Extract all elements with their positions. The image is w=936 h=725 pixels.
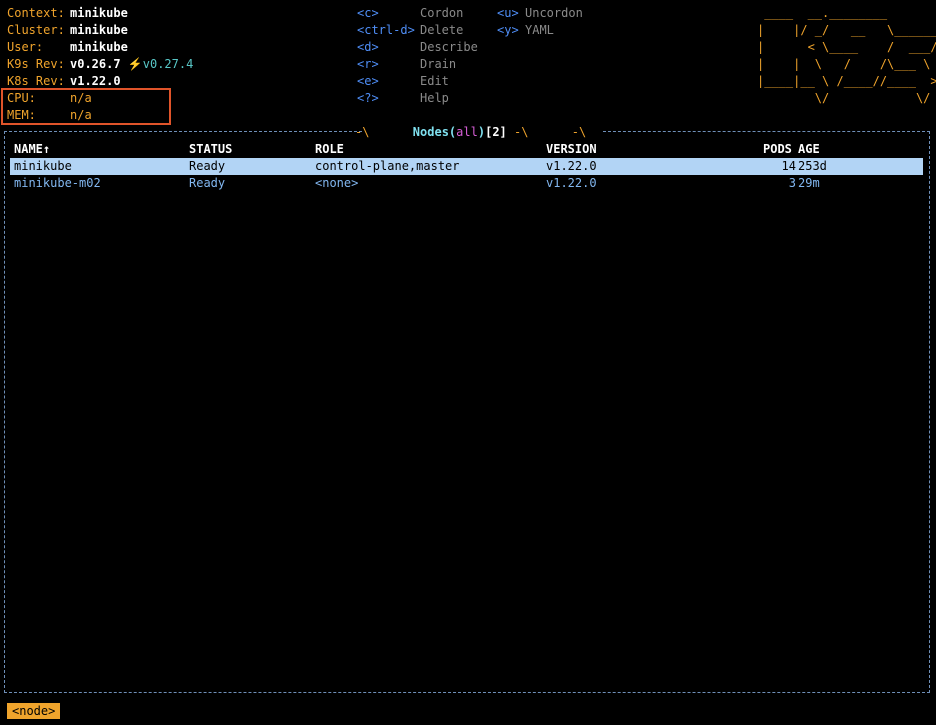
column-header-role[interactable]: ROLE — [315, 141, 344, 158]
logo-line: |____|__ \ /____//____ > — [757, 74, 936, 88]
table-row[interactable]: minikube Ready control-plane,master v1.2… — [10, 158, 923, 175]
k9s-rev-row: K9s Rev: v0.26.7 ⚡️v0.27.4 — [7, 56, 193, 73]
edit-label[interactable]: Edit — [420, 73, 449, 90]
node-pods: 14 — [781, 159, 796, 173]
title-decor-right: -\ -\ — [506, 125, 587, 139]
user-row: User: minikube — [7, 39, 128, 56]
count-close: ] — [499, 125, 507, 139]
node-role: control-plane,master — [315, 159, 460, 173]
describe-label[interactable]: Describe — [420, 39, 478, 56]
column-header-pods[interactable]: PODS — [763, 141, 792, 158]
cluster-value: minikube — [70, 23, 128, 37]
help-label[interactable]: Help — [420, 90, 449, 107]
title-decor-left: -\ — [355, 125, 413, 139]
cluster-label: Cluster: — [7, 23, 65, 37]
context-row: Context: minikube — [7, 5, 128, 22]
logo-line: ____ __.________ — [757, 6, 888, 20]
logo-line: \/ \/ — [757, 91, 931, 105]
context-label: Context: — [7, 6, 65, 20]
frame-top-border-left — [4, 131, 362, 132]
drain-key[interactable]: <r> — [357, 56, 379, 73]
cordon-key[interactable]: <c> — [357, 5, 379, 22]
node-name: minikube-m02 — [14, 176, 101, 190]
logo-line: | |/ _/ __ \______ — [757, 23, 936, 37]
logo-line: | < \____ / ___/ — [757, 40, 936, 54]
filter-close: ) — [477, 125, 486, 139]
breadcrumb[interactable]: <node> — [7, 703, 61, 719]
node-status: Ready — [189, 176, 226, 190]
resource-name: Nodes — [412, 125, 449, 139]
node-age: 253d — [798, 159, 827, 173]
delete-label[interactable]: Delete — [420, 22, 463, 39]
resource-filter: all — [456, 125, 478, 139]
node-age: 29m — [798, 176, 820, 190]
table-row[interactable]: minikube-m02 Ready <none> v1.22.0 3 29m — [10, 175, 923, 192]
table-title: -\ Nodes(all)[2] -\ -\ — [355, 124, 586, 141]
node-version: v1.22.0 — [546, 176, 597, 190]
cluster-row: Cluster: minikube — [7, 22, 128, 39]
help-key[interactable]: <?> — [357, 90, 379, 107]
column-header-age[interactable]: AGE — [798, 141, 820, 158]
uncordon-key[interactable]: <u> — [497, 5, 519, 22]
node-version: v1.22.0 — [546, 159, 597, 173]
edit-key[interactable]: <e> — [357, 73, 379, 90]
table-frame — [4, 131, 930, 693]
drain-label[interactable]: Drain — [420, 56, 456, 73]
column-header-version[interactable]: VERSION — [546, 141, 597, 158]
cordon-label[interactable]: Cordon — [420, 5, 463, 22]
column-header-name[interactable]: NAME↑ — [14, 141, 50, 158]
k9s-rev-label: K9s Rev: — [7, 57, 65, 71]
k8s-rev-value: v1.22.0 — [70, 74, 121, 88]
uncordon-label[interactable]: Uncordon — [525, 5, 583, 22]
user-value: minikube — [70, 40, 128, 54]
node-role: <none> — [315, 176, 359, 190]
yaml-label[interactable]: YAML — [525, 22, 554, 39]
logo-line: | | \ / /\___ \ — [757, 57, 931, 71]
k9s-update-version: ⚡️v0.27.4 — [127, 57, 194, 71]
user-label: User: — [7, 40, 44, 54]
k9s-logo: ____ __.________ | |/ _/ __ \______ | < \_… — [757, 5, 936, 107]
node-name: minikube — [14, 159, 72, 173]
node-status: Ready — [189, 159, 226, 173]
yaml-key[interactable]: <y> — [497, 22, 519, 39]
frame-top-border-right — [603, 131, 930, 132]
context-value: minikube — [70, 6, 128, 20]
node-pods: 3 — [788, 176, 796, 190]
describe-key[interactable]: <d> — [357, 39, 379, 56]
metrics-highlight-box — [1, 88, 171, 125]
column-header-status[interactable]: STATUS — [189, 141, 232, 158]
k9s-rev-value: v0.26.7 — [70, 57, 121, 71]
delete-key[interactable]: <ctrl-d> — [357, 22, 415, 39]
resource-count: 2 — [492, 125, 500, 139]
